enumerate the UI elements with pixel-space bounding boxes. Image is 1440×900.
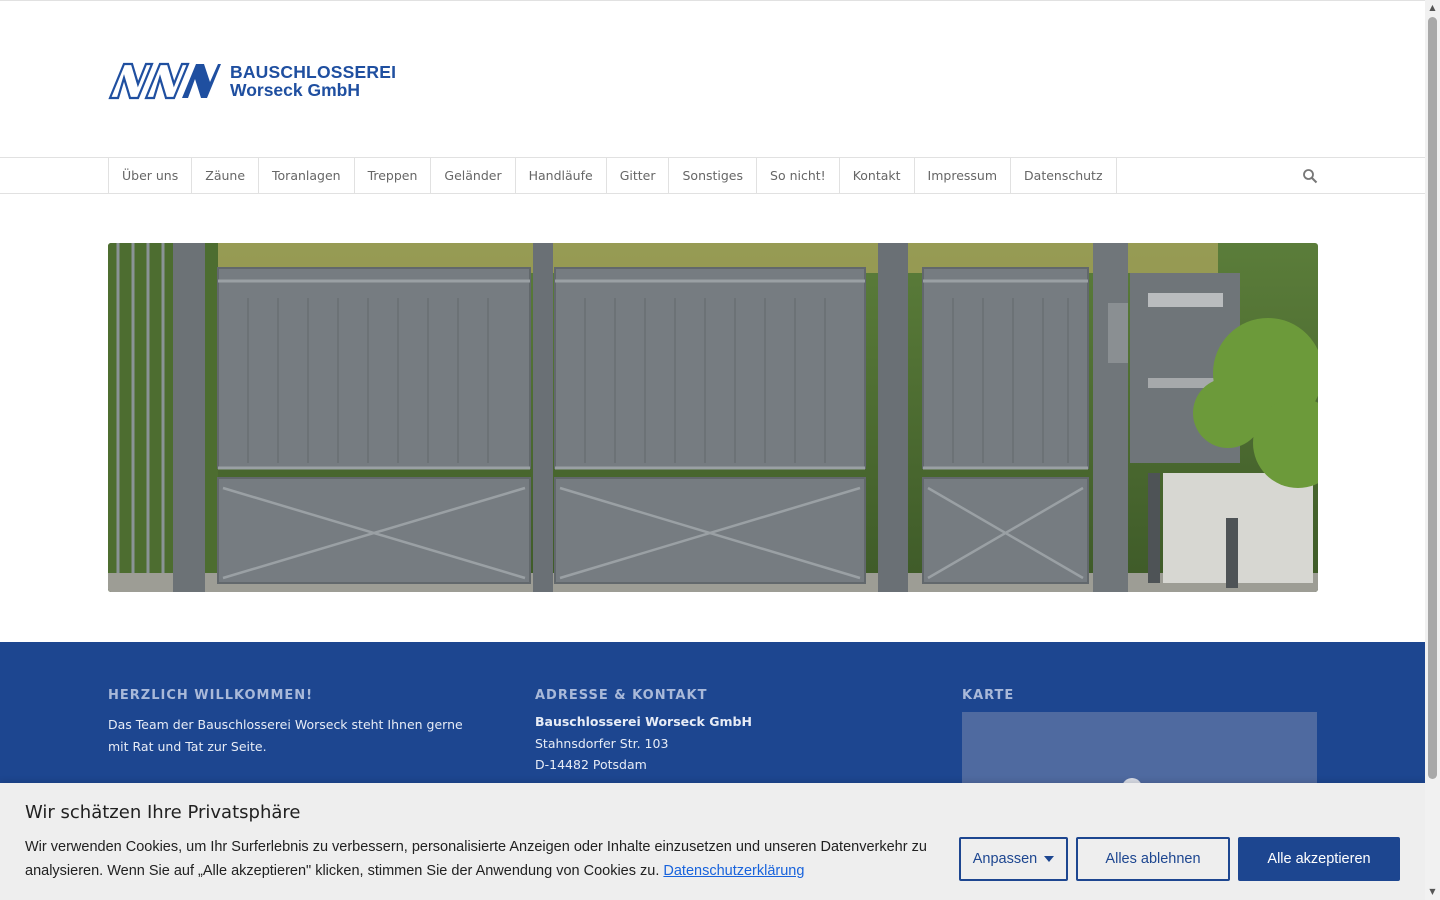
customize-button[interactable]: Anpassen <box>959 837 1068 881</box>
footer-map-title: KARTE <box>962 688 1015 703</box>
footer-company-name: Bauschlosserei Worseck GmbH <box>535 714 752 729</box>
footer-contact-title: ADRESSE & KONTAKT <box>535 688 708 703</box>
nav-item-handlaeufe[interactable]: Handläufe <box>516 157 607 194</box>
reject-all-button[interactable]: Alles ablehnen <box>1076 837 1230 881</box>
cookie-description: Wir verwenden Cookies, um Ihr Surferlebn… <box>25 835 955 883</box>
top-border <box>0 0 1425 1</box>
customize-label: Anpassen <box>972 851 1038 867</box>
nav-item-gitter[interactable]: Gitter <box>607 157 670 194</box>
nav-item-datenschutz[interactable]: Datenschutz <box>1011 157 1117 194</box>
footer-welcome-text-1: Das Team der Bauschlosserei Worseck steh… <box>108 717 463 732</box>
footer-welcome-text-2: mit Rat und Tat zur Seite. <box>108 739 267 754</box>
nav-item-toranlagen[interactable]: Toranlagen <box>259 157 355 194</box>
logo-mark-icon <box>108 62 221 100</box>
accept-all-button[interactable]: Alle akzeptieren <box>1238 837 1400 881</box>
search-icon[interactable] <box>1302 168 1318 184</box>
cookie-title: Wir schätzen Ihre Privatsphäre <box>25 802 301 823</box>
nav-item-gelaender[interactable]: Geländer <box>431 157 516 194</box>
nav-item-kontakt[interactable]: Kontakt <box>840 157 915 194</box>
footer-street: Stahnsdorfer Str. 103 <box>535 736 669 751</box>
scroll-up-arrow-icon[interactable]: ▲ <box>1428 3 1437 13</box>
nav-item-ueber-uns[interactable]: Über uns <box>109 157 193 194</box>
footer-city: D-14482 Potsdam <box>535 757 647 772</box>
main-navigation: Über uns Zäune Toranlagen Treppen Geländ… <box>0 157 1425 194</box>
nav-item-so-nicht[interactable]: So nicht! <box>757 157 840 194</box>
privacy-policy-link[interactable]: Datenschutzerklärung <box>663 863 804 879</box>
logo-line-2: Worseck GmbH <box>230 80 360 100</box>
chevron-down-icon <box>1044 856 1055 862</box>
hero-gate-image <box>108 243 1318 592</box>
nav-menu: Über uns Zäune Toranlagen Treppen Geländ… <box>108 157 1117 194</box>
site-logo[interactable]: BAUSCHLOSSEREI Worseck GmbH <box>108 60 396 102</box>
footer-welcome-title: HERZLICH WILLKOMMEN! <box>108 688 314 703</box>
nav-item-impressum[interactable]: Impressum <box>915 157 1012 194</box>
scrollbar[interactable]: ▲ ▼ <box>1425 0 1440 900</box>
cookie-consent-banner: Wir schätzen Ihre Privatsphäre Wir verwe… <box>0 783 1425 900</box>
scroll-down-arrow-icon[interactable]: ▼ <box>1428 887 1437 897</box>
logo-line-1: BAUSCHLOSSEREI <box>230 62 397 82</box>
logo-text: BAUSCHLOSSEREI Worseck GmbH <box>230 63 396 99</box>
nav-item-sonstiges[interactable]: Sonstiges <box>669 157 758 194</box>
scrollbar-thumb[interactable] <box>1428 17 1437 779</box>
nav-item-treppen[interactable]: Treppen <box>355 157 432 194</box>
nav-item-zaeune[interactable]: Zäune <box>192 157 260 194</box>
